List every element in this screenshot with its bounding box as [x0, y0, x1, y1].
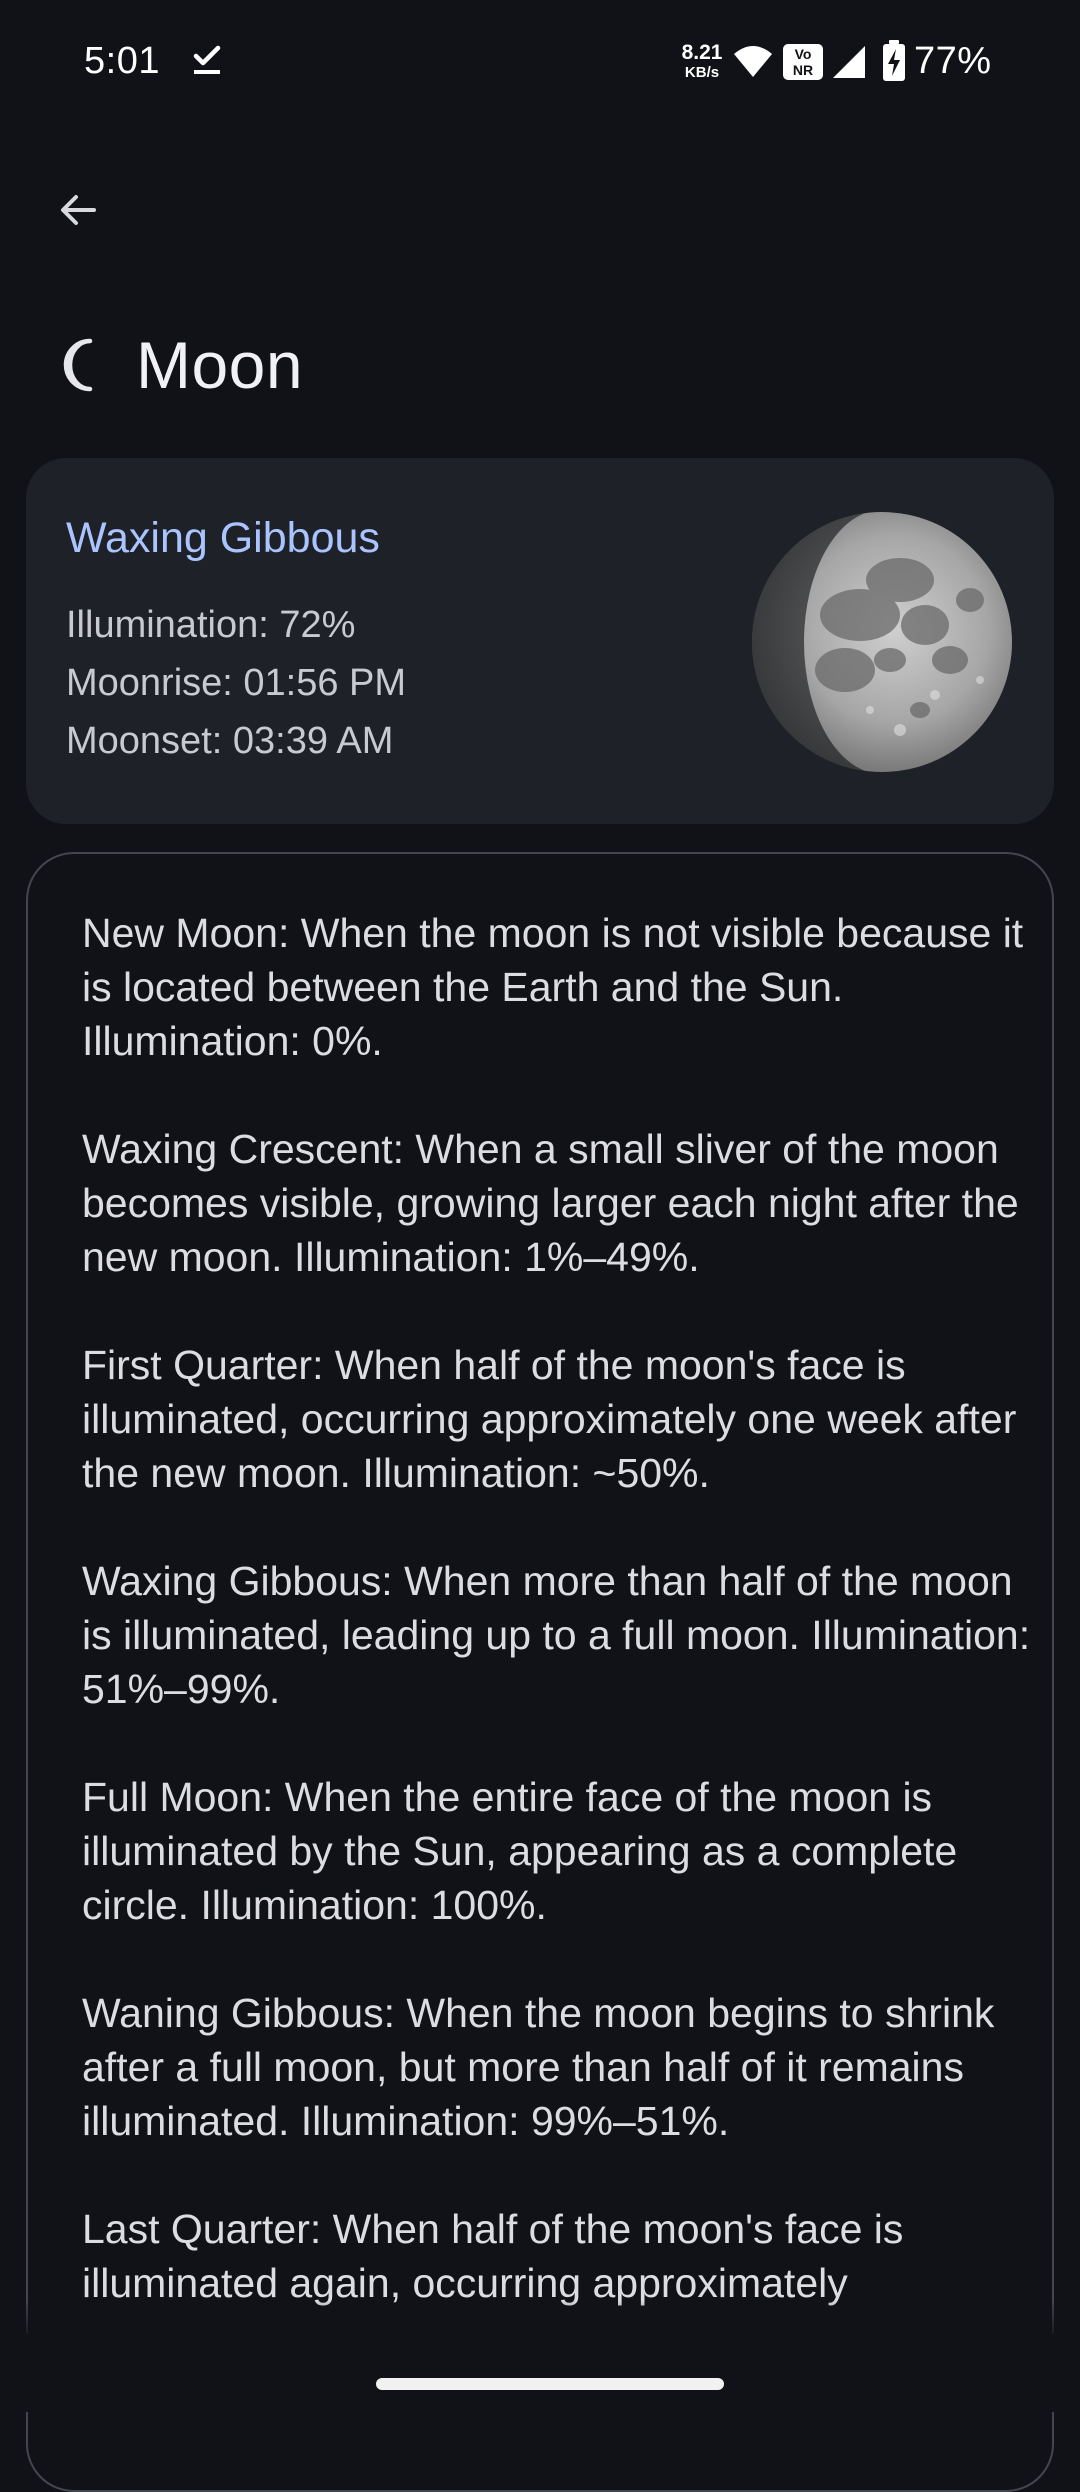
- crescent-moon-icon: [63, 338, 93, 392]
- moonset-text: Moonset: 03:39 AM: [66, 720, 394, 762]
- navigation-bar: [0, 2334, 1080, 2412]
- description-full-moon: Full Moon: When the entire face of the m…: [82, 1774, 958, 1928]
- back-button[interactable]: [48, 180, 108, 240]
- vonr-label-top: Vo: [794, 46, 812, 62]
- arrow-back-icon: [61, 195, 96, 225]
- description-waning-gibbous: Waning Gibbous: When the moon begins to …: [82, 1990, 995, 2144]
- description-first-quarter: First Quarter: When half of the moon's f…: [82, 1342, 1017, 1496]
- wifi-icon: [734, 46, 772, 77]
- page-header: Moon: [56, 320, 303, 410]
- description-last-quarter: Last Quarter: When half of the moon's fa…: [82, 2206, 904, 2306]
- moon-phases-description-card: New Moon: When the moon is not visible b…: [26, 852, 1054, 2492]
- phase-descriptions: New Moon: When the moon is not visible b…: [82, 906, 1032, 2364]
- network-speed-value: 8.21: [681, 41, 723, 64]
- page-title: Moon: [136, 328, 304, 402]
- status-bar: 5:01 8.21 KB/s Vo NR 77%: [0, 0, 1080, 128]
- gesture-nav-handle[interactable]: [376, 2378, 724, 2390]
- battery-charging-icon: [883, 40, 905, 81]
- vonr-label-bottom: NR: [792, 62, 814, 78]
- moonrise-text: Moonrise: 01:56 PM: [66, 662, 407, 704]
- cell-signal-icon: [833, 46, 865, 78]
- illumination-text: Illumination: 72%: [66, 604, 356, 646]
- description-waxing-crescent: Waxing Crescent: When a small sliver of …: [82, 1126, 1019, 1280]
- status-time: 5:01: [84, 40, 160, 82]
- battery-percent: 77%: [914, 40, 992, 82]
- checkmark-notification-icon: [193, 45, 221, 74]
- description-new-moon: New Moon: When the moon is not visible b…: [82, 910, 1024, 1064]
- moon-phase-image: [752, 512, 1012, 772]
- vonr-icon: Vo NR: [783, 44, 823, 80]
- moon-phase-summary-card: Waxing Gibbous Illumination: 72% Moonris…: [26, 458, 1054, 824]
- description-waxing-gibbous: Waxing Gibbous: When more than half of t…: [82, 1558, 1031, 1712]
- network-speed: 8.21 KB/s: [675, 42, 729, 80]
- phase-name: Waxing Gibbous: [66, 514, 380, 562]
- network-speed-unit: KB/s: [684, 64, 720, 81]
